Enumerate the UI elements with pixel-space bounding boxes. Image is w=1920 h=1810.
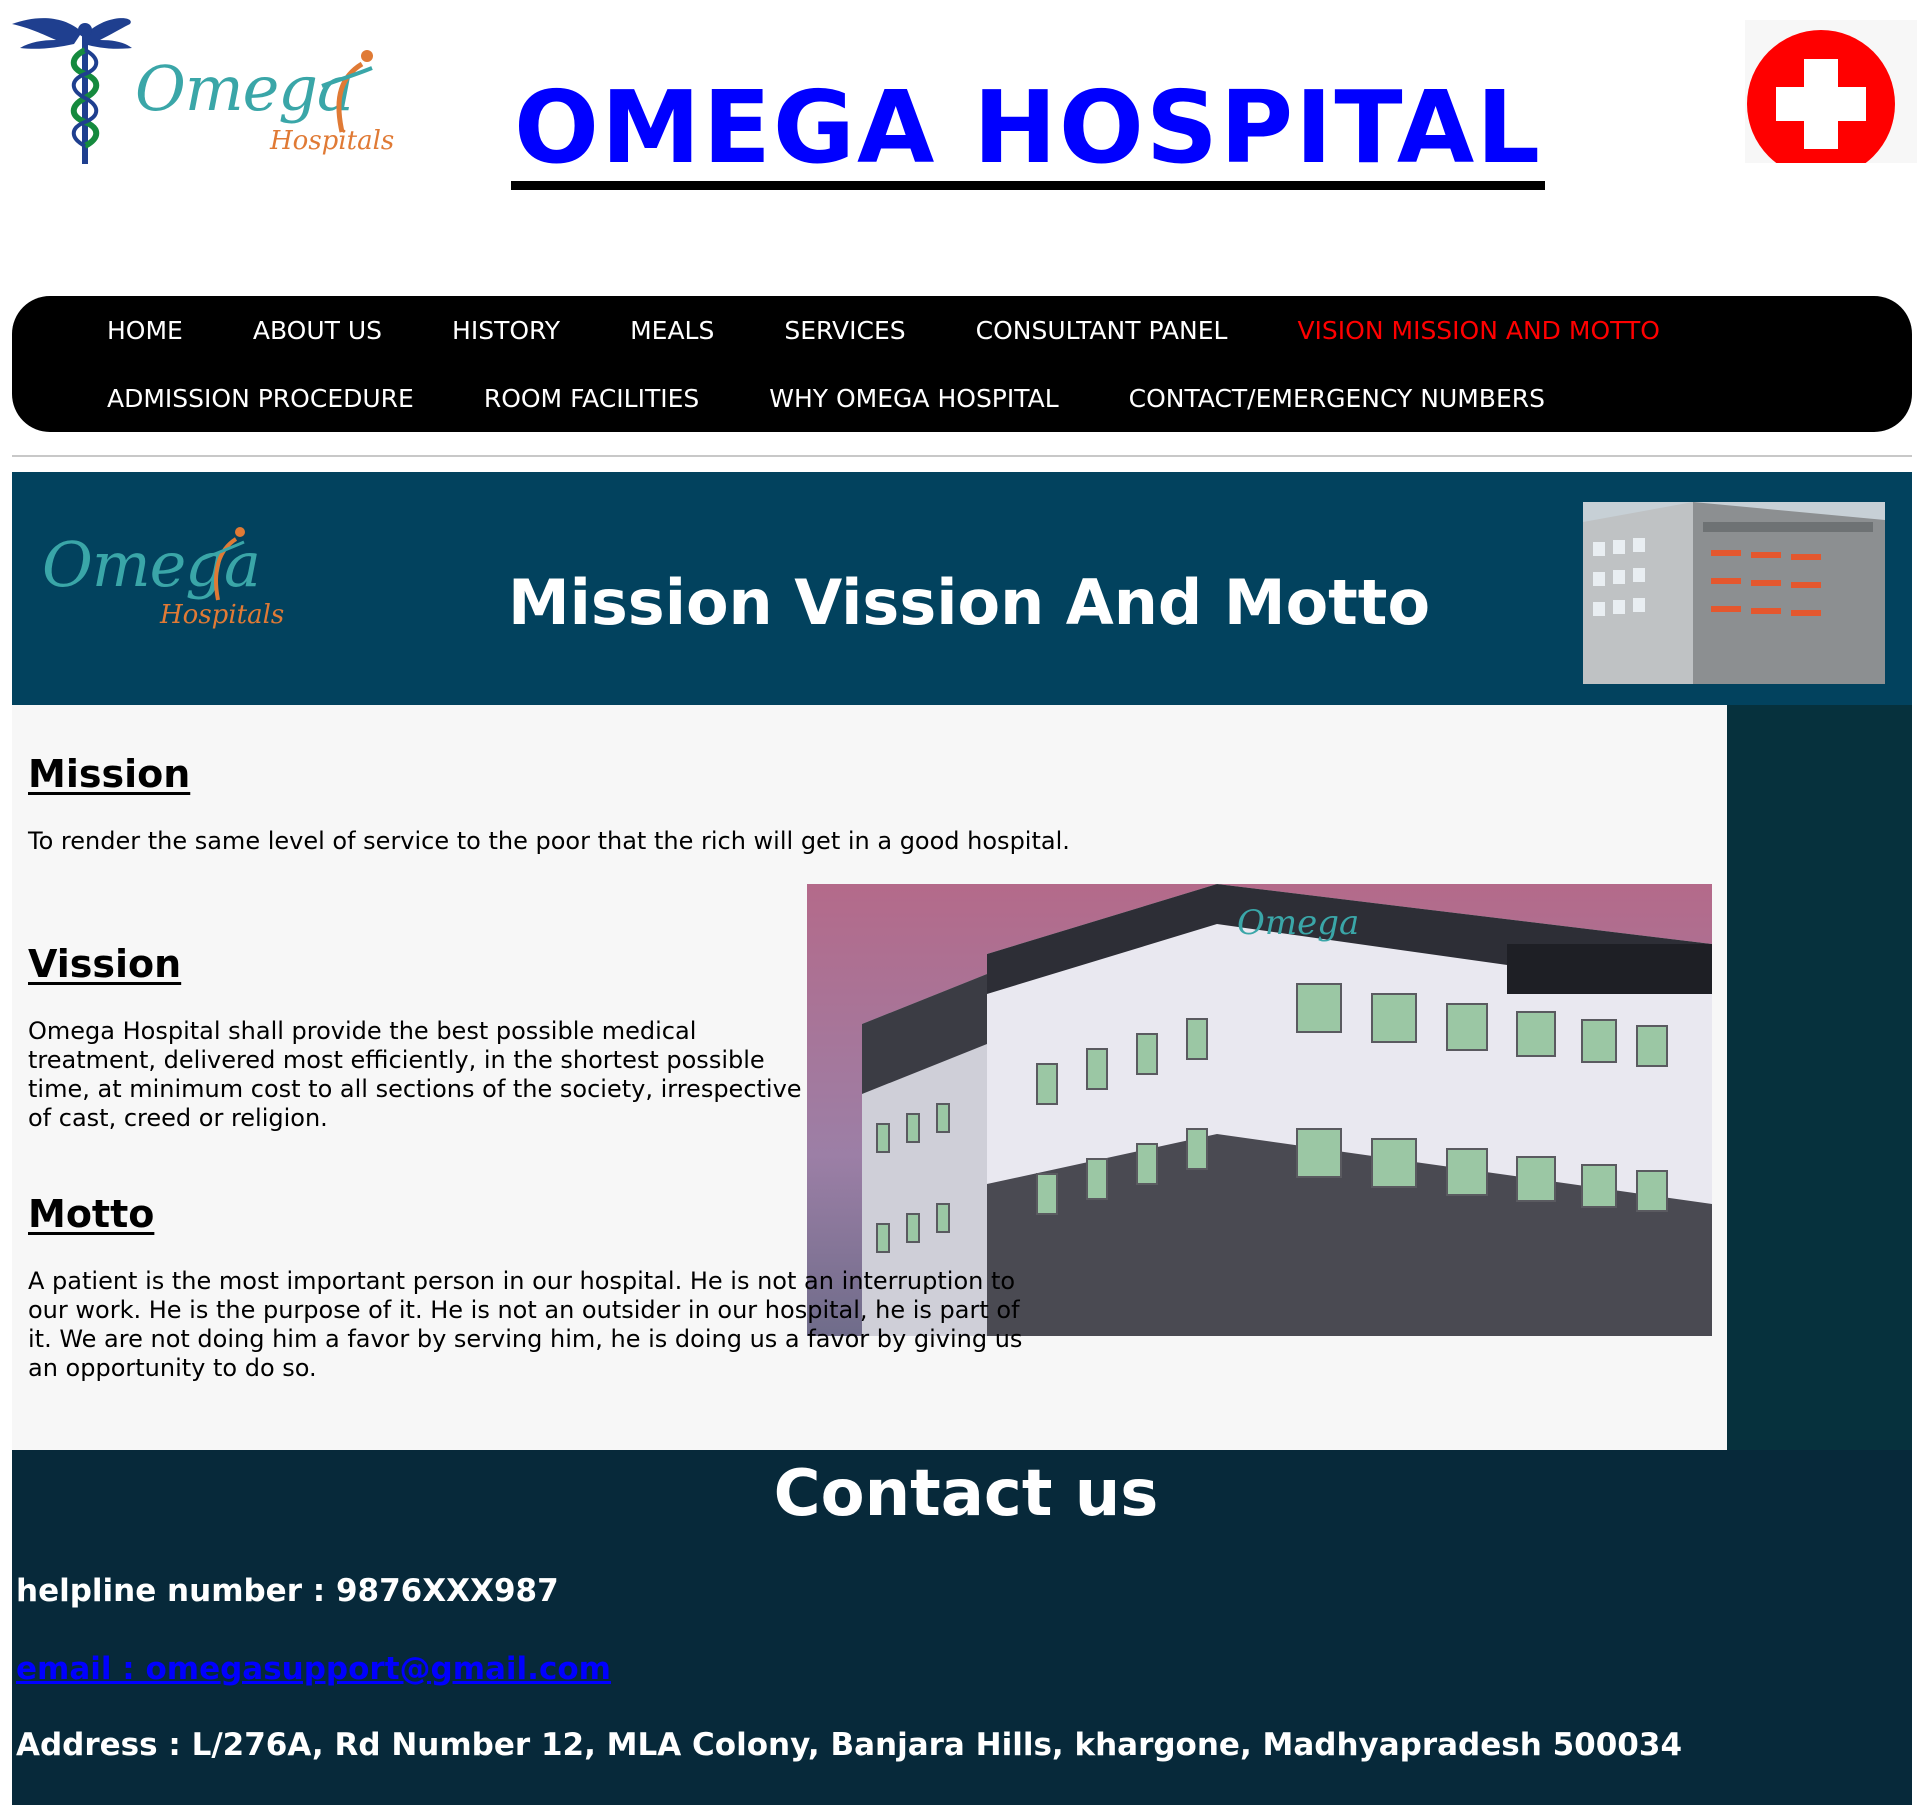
nav-admission-procedure[interactable]: ADMISSION PROCEDURE [107, 384, 414, 414]
main-navigation: HOME ABOUT US HISTORY MEALS SERVICES CON… [12, 296, 1912, 432]
email-link[interactable]: email : omegasupport@gmail.com [16, 1654, 611, 1685]
page-banner: Omega Hospitals Mission Vission And Mott… [12, 472, 1912, 705]
red-cross-icon [1747, 30, 1895, 178]
address-text: Address : L/276A, Rd Number 12, MLA Colo… [16, 1727, 1683, 1763]
nav-meals[interactable]: MEALS [630, 316, 714, 346]
motto-heading: Motto [28, 1192, 155, 1236]
nav-row-2: ADMISSION PROCEDURE ROOM FACILITIES WHY … [107, 384, 1615, 414]
helpline-number: helpline number : 9876XXX987 [16, 1573, 559, 1609]
nav-contact-emergency[interactable]: CONTACT/EMERGENCY NUMBERS [1129, 384, 1545, 414]
mission-heading: Mission [28, 752, 191, 796]
main-content: Mission To render the same level of serv… [12, 705, 1727, 1450]
nav-vision-mission-motto[interactable]: VISION MISSION AND MOTTO [1297, 316, 1659, 346]
nav-room-facilities[interactable]: ROOM FACILITIES [484, 384, 699, 414]
nav-consultant-panel[interactable]: CONSULTANT PANEL [976, 316, 1228, 346]
red-cross-logo [1745, 20, 1917, 178]
mission-text: To render the same level of service to t… [28, 827, 1070, 855]
nav-why-omega-hospital[interactable]: WHY OMEGA HOSPITAL [769, 384, 1058, 414]
nav-home[interactable]: HOME [107, 316, 183, 346]
vission-heading: Vission [28, 942, 182, 986]
contact-heading: Contact us [773, 1457, 1159, 1531]
hospital-building-thumbnail [1583, 502, 1885, 684]
vission-text: Omega Hospital shall provide the best po… [28, 1017, 802, 1132]
contact-footer: Contact us helpline number : 9876XXX987 … [12, 1450, 1912, 1805]
nav-about-us[interactable]: ABOUT US [253, 316, 382, 346]
nav-row-1: HOME ABOUT US HISTORY MEALS SERVICES CON… [107, 316, 1730, 346]
motto-text: A patient is the most important person i… [28, 1267, 1023, 1382]
page-title: OMEGA HOSPITAL [0, 78, 1920, 190]
nav-history[interactable]: HISTORY [452, 316, 560, 346]
horizontal-divider [12, 455, 1912, 457]
building-sign: Omega [1237, 903, 1359, 943]
site-title-link[interactable]: OMEGA HOSPITAL [511, 78, 1545, 190]
nav-services[interactable]: SERVICES [784, 316, 905, 346]
